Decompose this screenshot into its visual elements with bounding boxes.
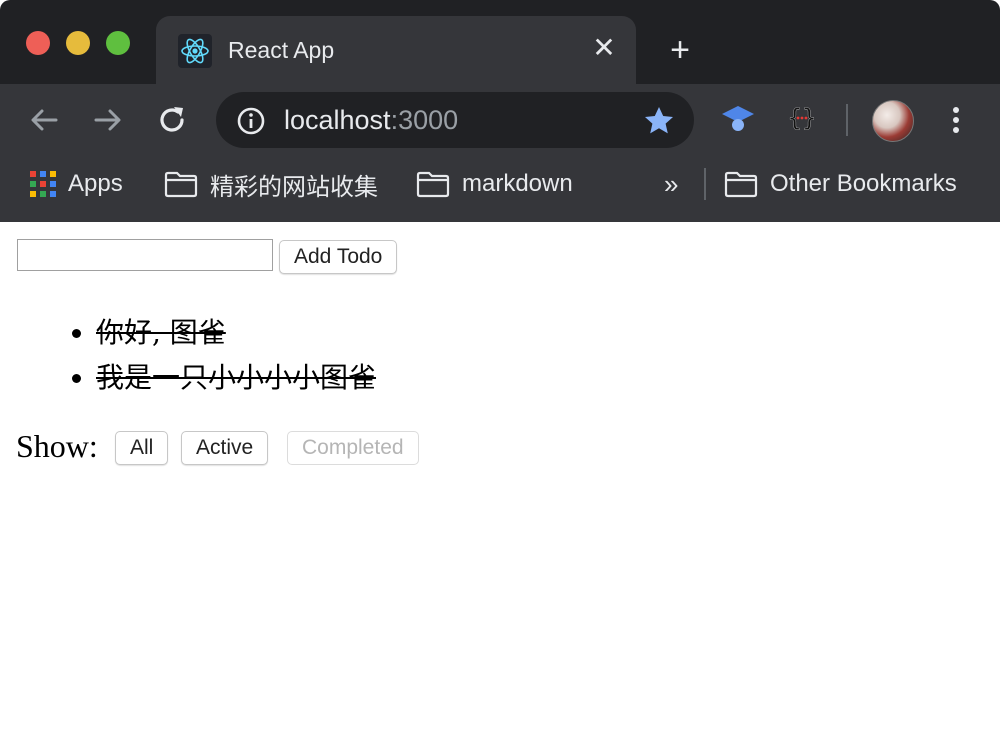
page-content: Add Todo 你好, 图雀 我是一只小小小小图雀 Show: All Act… — [0, 222, 1000, 750]
json-formatter-extension-icon[interactable]: {} — [784, 100, 820, 136]
bookmarks-bar: Apps 精彩的网站收集 markdown » Other Bookmarks — [0, 156, 1000, 223]
tab-strip: React App ✕ + — [0, 0, 1000, 84]
graduation-cap-extension-icon[interactable] — [720, 100, 756, 136]
bookmark-label: Other Bookmarks — [770, 170, 957, 197]
url-host: localhost — [284, 105, 391, 135]
todo-item[interactable]: 我是一只小小小小图雀 — [96, 355, 376, 400]
bookmark-star-icon[interactable] — [642, 104, 676, 138]
add-todo-button[interactable]: Add Todo — [279, 240, 398, 274]
bookmark-apps[interactable]: Apps — [30, 169, 123, 199]
todo-input[interactable] — [17, 239, 273, 271]
browser-toolbar: localhost:3000 {} — [0, 84, 1000, 156]
url-text[interactable]: localhost:3000 — [284, 105, 458, 135]
bookmark-label: markdown — [462, 170, 573, 197]
apps-grid-icon — [30, 171, 56, 197]
todo-list: 你好, 图雀 我是一只小小小小图雀 — [0, 310, 376, 400]
window-zoom-button[interactable] — [106, 31, 130, 55]
window-close-button[interactable] — [26, 31, 50, 55]
menu-dots-icon[interactable] — [944, 102, 968, 138]
filter-active-button[interactable]: Active — [181, 431, 269, 465]
tab-title: React App — [228, 37, 335, 63]
bookmark-folder-websites[interactable]: 精彩的网站收集 — [164, 169, 378, 201]
filter-all-button[interactable]: All — [115, 431, 169, 465]
folder-icon — [724, 171, 758, 198]
filter-label: Show: — [16, 428, 98, 464]
reload-icon[interactable] — [154, 102, 190, 138]
info-icon[interactable] — [236, 106, 266, 136]
folder-icon — [164, 171, 198, 198]
address-bar[interactable]: localhost:3000 — [216, 92, 694, 148]
bookmarks-overflow-button[interactable]: » — [664, 170, 678, 198]
bookmarks-divider — [704, 168, 706, 200]
filter-completed-button[interactable]: Completed — [287, 431, 419, 465]
back-arrow-icon[interactable] — [26, 102, 62, 138]
tab-react-app[interactable]: React App ✕ — [156, 16, 636, 84]
close-tab-icon[interactable]: ✕ — [590, 34, 618, 62]
folder-icon — [416, 171, 450, 198]
url-port: :3000 — [390, 105, 459, 135]
forward-arrow-icon[interactable] — [90, 102, 126, 138]
todo-item[interactable]: 你好, 图雀 — [96, 310, 376, 355]
react-logo-icon — [178, 34, 212, 68]
bookmark-folder-other[interactable]: Other Bookmarks — [724, 169, 957, 199]
bookmark-label: 精彩的网站收集 — [210, 173, 378, 201]
window-minimize-button[interactable] — [66, 31, 90, 55]
toolbar-divider — [846, 104, 848, 136]
bookmark-label: Apps — [68, 170, 123, 197]
new-tab-button[interactable]: + — [664, 33, 696, 67]
browser-window: React App ✕ + localhost:3000 {} Apps 精彩的… — [0, 0, 1000, 750]
profile-avatar[interactable] — [872, 100, 914, 142]
bookmark-folder-markdown[interactable]: markdown — [416, 169, 573, 199]
